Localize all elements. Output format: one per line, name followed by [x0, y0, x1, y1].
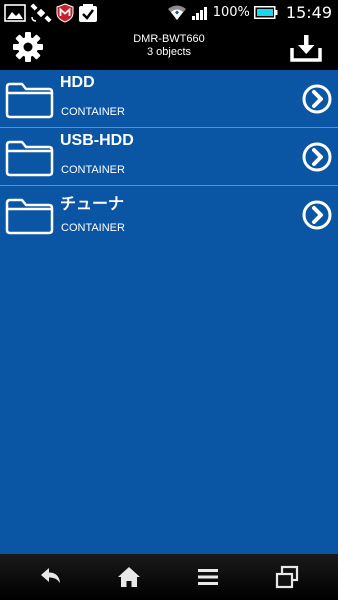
- system-status: 100% 15:49: [167, 0, 332, 25]
- list-item-tuner[interactable]: チューナ CONTAINER: [0, 186, 338, 243]
- notification-icons: [4, 2, 98, 23]
- checklist-notification-icon: [79, 3, 97, 22]
- download-icon[interactable]: [290, 34, 322, 62]
- item-title: HDD: [60, 74, 95, 91]
- list-item-usb-hdd[interactable]: USB-HDD CONTAINER: [0, 128, 338, 186]
- list-item-hdd[interactable]: HDD CONTAINER: [0, 70, 338, 128]
- item-type: CONTAINER: [61, 106, 125, 118]
- object-count: 3 objects: [146, 46, 192, 58]
- home-icon[interactable]: [117, 565, 141, 589]
- security-app-notification-icon: [56, 2, 74, 23]
- satellite-notification-icon: [30, 2, 52, 23]
- gear-icon[interactable]: [12, 31, 44, 63]
- app-header: DMR-BWT660 3 objects: [0, 25, 338, 70]
- folder-icon: [5, 198, 54, 235]
- status-clock: 15:49: [285, 3, 332, 22]
- item-type: CONTAINER: [61, 164, 125, 176]
- item-title: チューナ: [60, 196, 125, 213]
- content-list: HDD CONTAINER USB-HDD CONTAINER チューナ CON…: [0, 70, 338, 243]
- chevron-right-circle-icon[interactable]: [302, 84, 332, 114]
- folder-icon: [5, 82, 54, 119]
- battery-icon: [253, 6, 278, 19]
- gallery-notification-icon: [4, 3, 26, 22]
- wifi-icon: [167, 5, 186, 20]
- back-icon[interactable]: [39, 565, 63, 589]
- recent-apps-icon[interactable]: [275, 565, 299, 589]
- folder-icon: [5, 140, 54, 177]
- item-title: USB-HDD: [60, 132, 134, 149]
- chevron-right-circle-icon[interactable]: [302, 142, 332, 172]
- signal-icon: [191, 6, 207, 20]
- chevron-right-circle-icon[interactable]: [302, 200, 332, 230]
- battery-percent: 100%: [212, 5, 250, 20]
- item-type: CONTAINER: [61, 222, 125, 234]
- screen: 100% 15:49 DMR-BWT660 3 objects HDD CONT…: [0, 0, 338, 600]
- device-name: DMR-BWT660: [133, 33, 205, 45]
- status-bar: 100% 15:49: [0, 0, 338, 25]
- menu-icon[interactable]: [196, 565, 220, 589]
- header-title: DMR-BWT660 3 objects: [80, 33, 258, 59]
- navigation-bar: [0, 554, 338, 600]
